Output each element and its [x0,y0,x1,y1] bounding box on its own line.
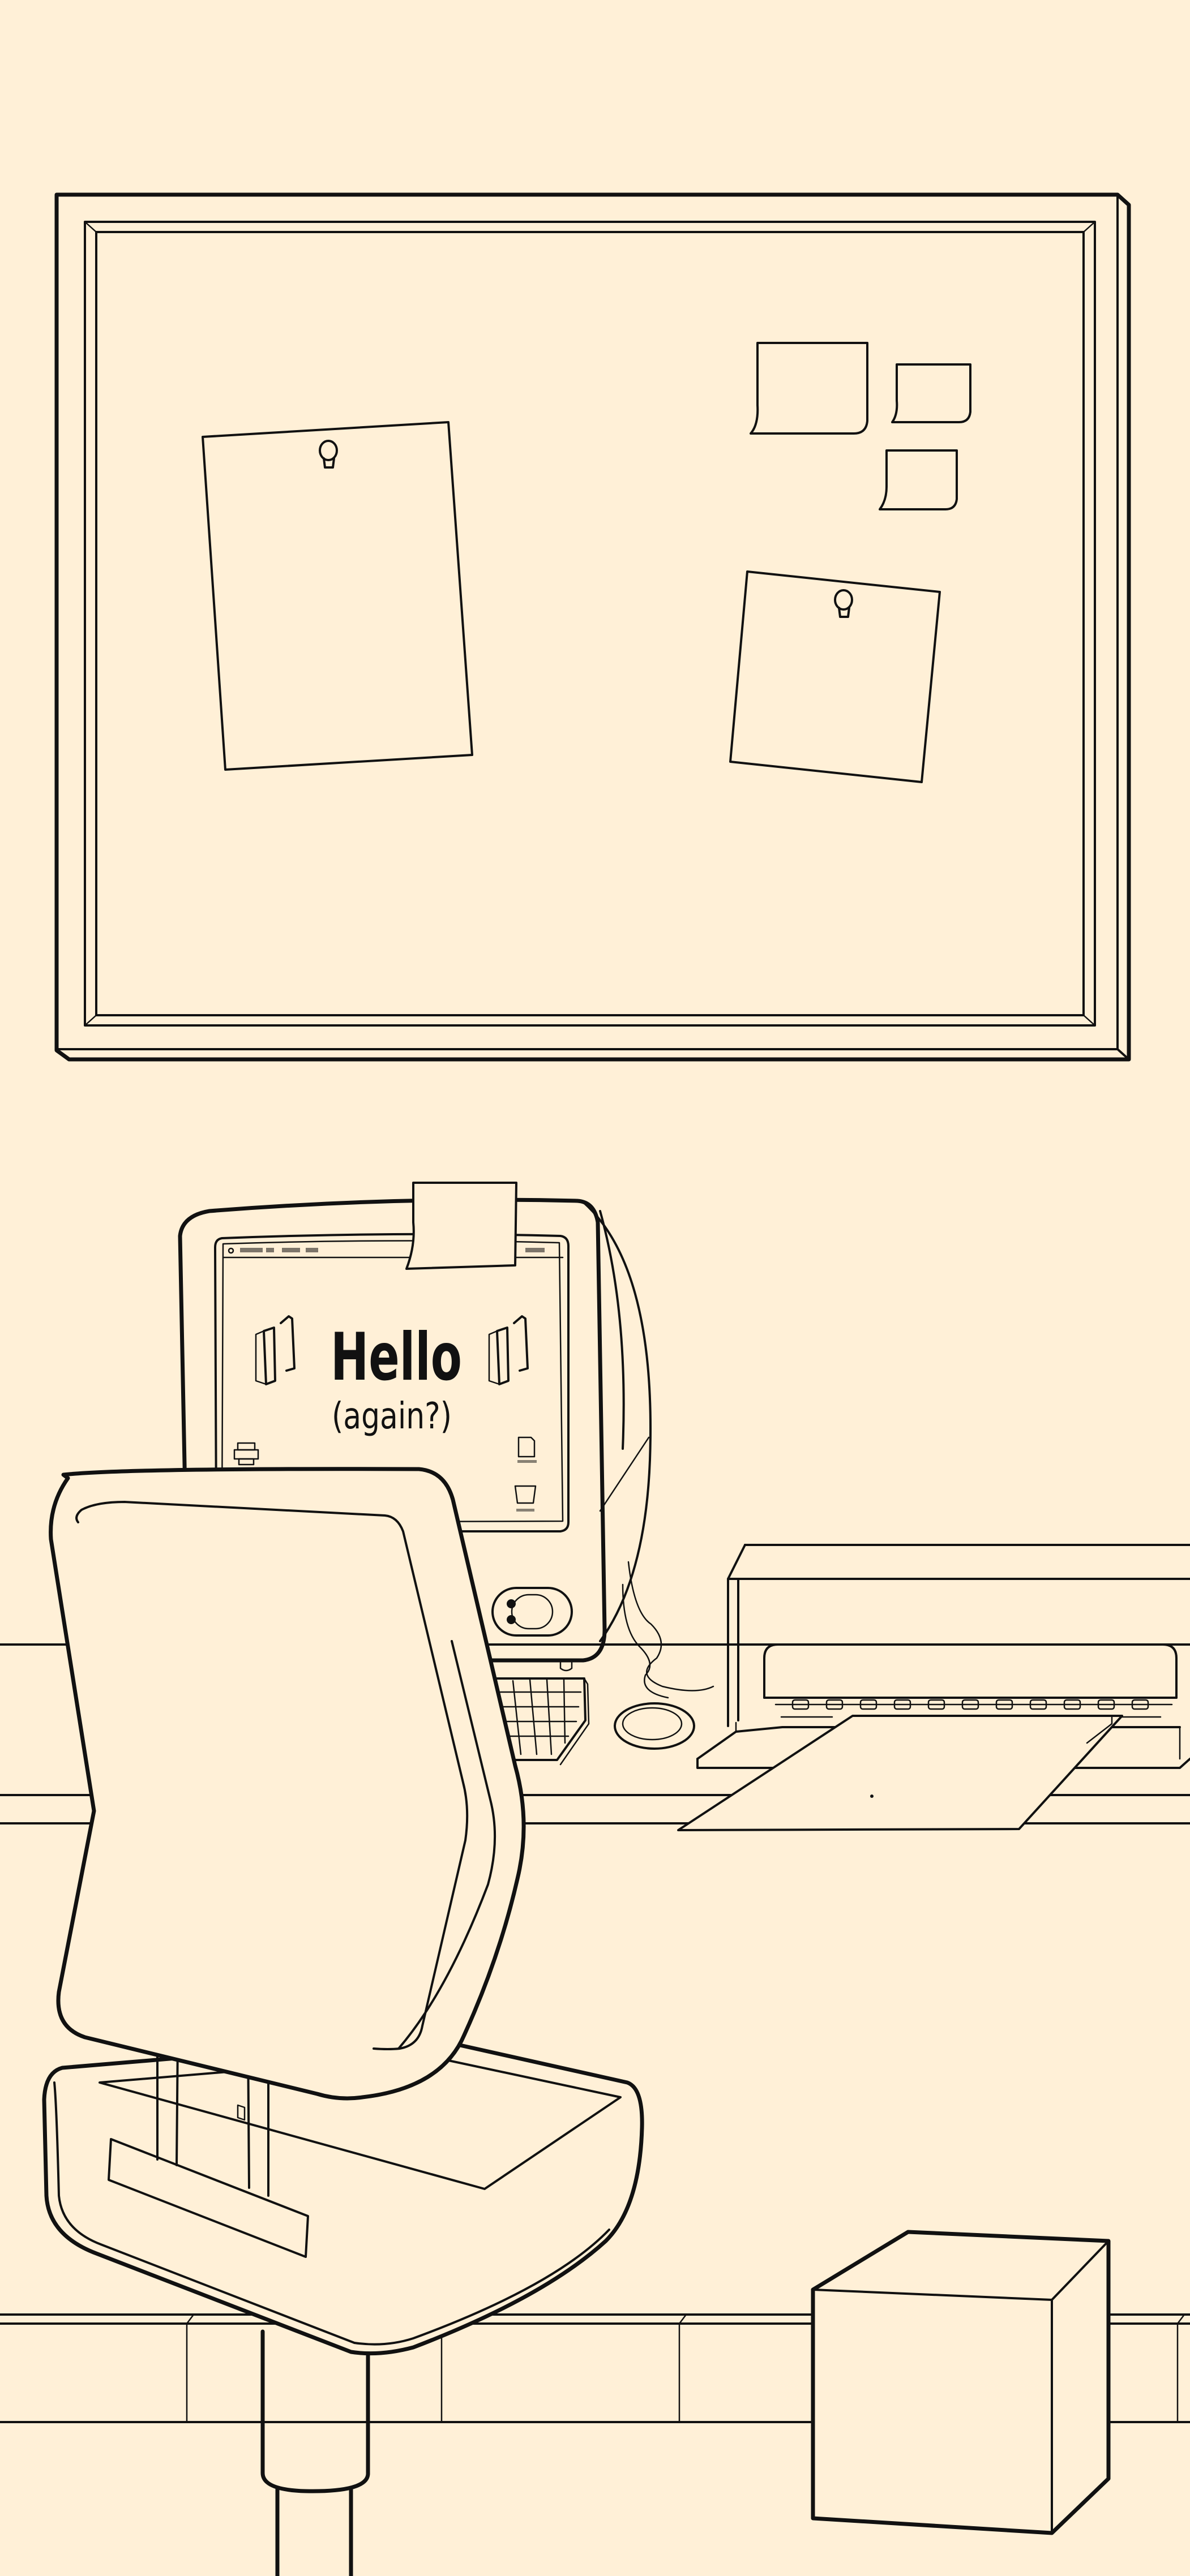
screen-subheadline: (again?) [332,1396,452,1437]
bracket-glyph-right [488,1315,529,1385]
sticky-note-icon [750,342,868,435]
sticky-note-icon [879,449,958,510]
push-pin-icon [319,440,338,469]
speaker-grille-icon [491,1587,573,1637]
cardboard-box [811,2230,1111,2535]
chair-backrest [49,1467,526,2101]
screen-headline: Hello [331,1319,462,1396]
bracket-glyph-left [255,1315,296,1385]
printer [677,1544,1190,1831]
office-scene-illustration: Hello (again?) [0,192,1190,2576]
trash-can-icon [514,1485,537,1512]
pinned-paper-large [202,421,473,771]
printer-icon [233,1442,259,1466]
push-pin-icon [834,589,853,618]
apple-logo-icon [228,1247,234,1254]
note-on-monitor [405,1182,517,1270]
sticky-note-icon [891,363,971,423]
corkboard [54,192,1131,1062]
document-file-icon [517,1436,537,1463]
mouse [614,1702,695,1750]
printed-paper [677,1715,1123,1831]
paper-feed-rollers [774,1699,1173,1710]
pinned-paper-small [729,570,941,783]
